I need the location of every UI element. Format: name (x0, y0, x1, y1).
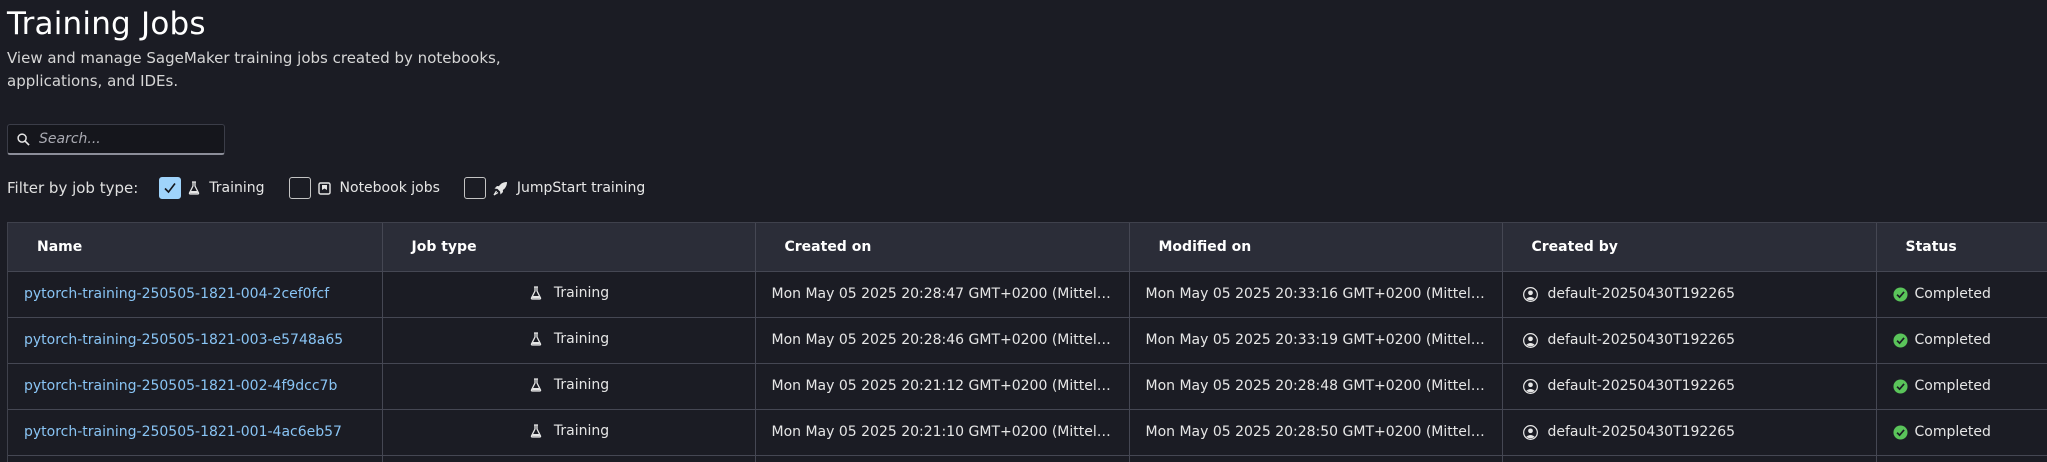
modified-on-cell: Mon May 05 2025 20:28:48 GMT+0200 (Mitte… (1129, 363, 1503, 410)
created-by-label: default-20250430T192265 (1547, 424, 1736, 440)
created-by-label: default-20250430T192265 (1547, 378, 1736, 394)
filter-option-label: Notebook jobs (339, 180, 440, 196)
status-success-icon (1892, 286, 1908, 302)
user-icon (1522, 332, 1538, 348)
table-header-row: Name Job type Created on Modified on Cre… (8, 223, 2047, 272)
filter-label: Filter by job type: (7, 179, 139, 197)
created-on-cell: Mon May 05 2025 20:21:12 GMT+0200 (Mitte… (755, 363, 1130, 410)
user-icon (1522, 286, 1538, 302)
job-type-label: Training (553, 422, 610, 439)
status-cell: Completed (1876, 317, 2047, 364)
rocket-icon (493, 181, 508, 196)
filter-option-label: Training (209, 180, 265, 196)
status-cell: Completed (1876, 363, 2047, 410)
status-label: Completed (1914, 286, 1991, 302)
created-by-cell: default-20250430T192265 (1502, 271, 1877, 318)
search-icon (17, 132, 30, 146)
status-cell: Completed (1876, 409, 2047, 456)
training-jobs-table: Name Job type Created on Modified on Cre… (7, 222, 2047, 462)
created-by-cell: default-20250430T192265 (1502, 317, 1877, 364)
table-row[interactable]: pytorch-training-250505-1821-001-4ac6eb5… (8, 409, 2047, 456)
job-name-link[interactable]: pytorch-training-250505-1821-003-e5748a6… (24, 332, 343, 348)
filter-option-label: JumpStart training (516, 180, 646, 196)
table-row[interactable]: pytorch-training-250505-1821-002-4f9dcc7… (8, 363, 2047, 410)
table-row[interactable]: pytorch-training-250505-1821-003-e5748a6… (8, 317, 2047, 364)
status-label: Completed (1914, 378, 1991, 394)
search-input[interactable] (39, 131, 219, 147)
training-checkbox[interactable] (159, 177, 182, 199)
table-row-partial (8, 455, 2047, 462)
column-header-created-by[interactable]: Created by (1502, 223, 1877, 272)
jumpstart-training-checkbox[interactable] (463, 177, 486, 199)
job-type-filter: Filter by job type: Training Notebook jo… (7, 176, 669, 200)
notebook-icon (317, 181, 331, 195)
job-type-label: Training (553, 330, 610, 347)
job-type-label: Training (553, 284, 610, 301)
job-type-cell: Training (382, 409, 756, 456)
job-name-link[interactable]: pytorch-training-250505-1821-001-4ac6eb5… (24, 424, 342, 440)
modified-on-cell: Mon May 05 2025 20:28:50 GMT+0200 (Mitte… (1129, 409, 1503, 456)
status-success-icon (1892, 332, 1908, 348)
created-by-label: default-20250430T192265 (1547, 286, 1736, 302)
job-type-cell: Training (382, 271, 756, 318)
column-header-job-type[interactable]: Job type (382, 223, 756, 272)
job-type-cell: Training (382, 317, 756, 364)
status-label: Completed (1914, 332, 1991, 348)
modified-on-cell: Mon May 05 2025 20:33:16 GMT+0200 (Mitte… (1129, 271, 1503, 318)
page-title: Training Jobs (7, 6, 206, 42)
job-name-cell: pytorch-training-250505-1821-002-4f9dcc7… (8, 363, 383, 410)
job-name-cell: pytorch-training-250505-1821-003-e5748a6… (8, 317, 383, 364)
column-header-modified-on[interactable]: Modified on (1129, 223, 1503, 272)
column-header-created-on[interactable]: Created on (755, 223, 1130, 272)
created-by-cell: default-20250430T192265 (1502, 409, 1877, 456)
created-by-cell: default-20250430T192265 (1502, 363, 1877, 410)
column-header-name[interactable]: Name (8, 223, 383, 272)
created-on-cell: Mon May 05 2025 20:21:10 GMT+0200 (Mitte… (755, 409, 1130, 456)
page-subtitle: View and manage SageMaker training jobs … (7, 47, 507, 93)
job-name-cell: pytorch-training-250505-1821-004-2cef0fc… (8, 271, 383, 318)
filter-option-jumpstart-training[interactable]: JumpStart training (463, 177, 646, 199)
flask-icon (530, 331, 542, 346)
status-cell: Completed (1876, 271, 2047, 318)
flask-icon (530, 377, 542, 392)
user-icon (1522, 378, 1538, 394)
subtitle-line: applications, and IDEs. (7, 72, 179, 90)
table-row[interactable]: pytorch-training-250505-1821-004-2cef0fc… (8, 271, 2047, 318)
job-type-cell: Training (382, 363, 756, 410)
flask-icon (188, 181, 200, 195)
status-success-icon (1892, 424, 1908, 440)
filter-option-training[interactable]: Training (159, 177, 265, 199)
filter-option-notebook-jobs[interactable]: Notebook jobs (288, 177, 440, 199)
job-type-label: Training (553, 376, 610, 393)
column-header-status[interactable]: Status (1876, 223, 2047, 272)
flask-icon (530, 423, 542, 438)
status-label: Completed (1914, 424, 1991, 440)
user-icon (1522, 424, 1538, 440)
notebook-jobs-checkbox[interactable] (288, 177, 311, 199)
job-name-link[interactable]: pytorch-training-250505-1821-004-2cef0fc… (24, 286, 329, 302)
job-name-cell: pytorch-training-250505-1821-001-4ac6eb5… (8, 409, 383, 456)
status-success-icon (1892, 378, 1908, 394)
checkmark-icon (164, 183, 176, 194)
flask-icon (530, 285, 542, 300)
modified-on-cell: Mon May 05 2025 20:33:19 GMT+0200 (Mitte… (1129, 317, 1503, 364)
search-box[interactable] (7, 124, 225, 155)
job-name-link[interactable]: pytorch-training-250505-1821-002-4f9dcc7… (24, 378, 337, 394)
created-on-cell: Mon May 05 2025 20:28:47 GMT+0200 (Mitte… (755, 271, 1130, 318)
created-on-cell: Mon May 05 2025 20:28:46 GMT+0200 (Mitte… (755, 317, 1130, 364)
created-by-label: default-20250430T192265 (1547, 332, 1736, 348)
subtitle-line: View and manage SageMaker training jobs … (7, 49, 501, 67)
